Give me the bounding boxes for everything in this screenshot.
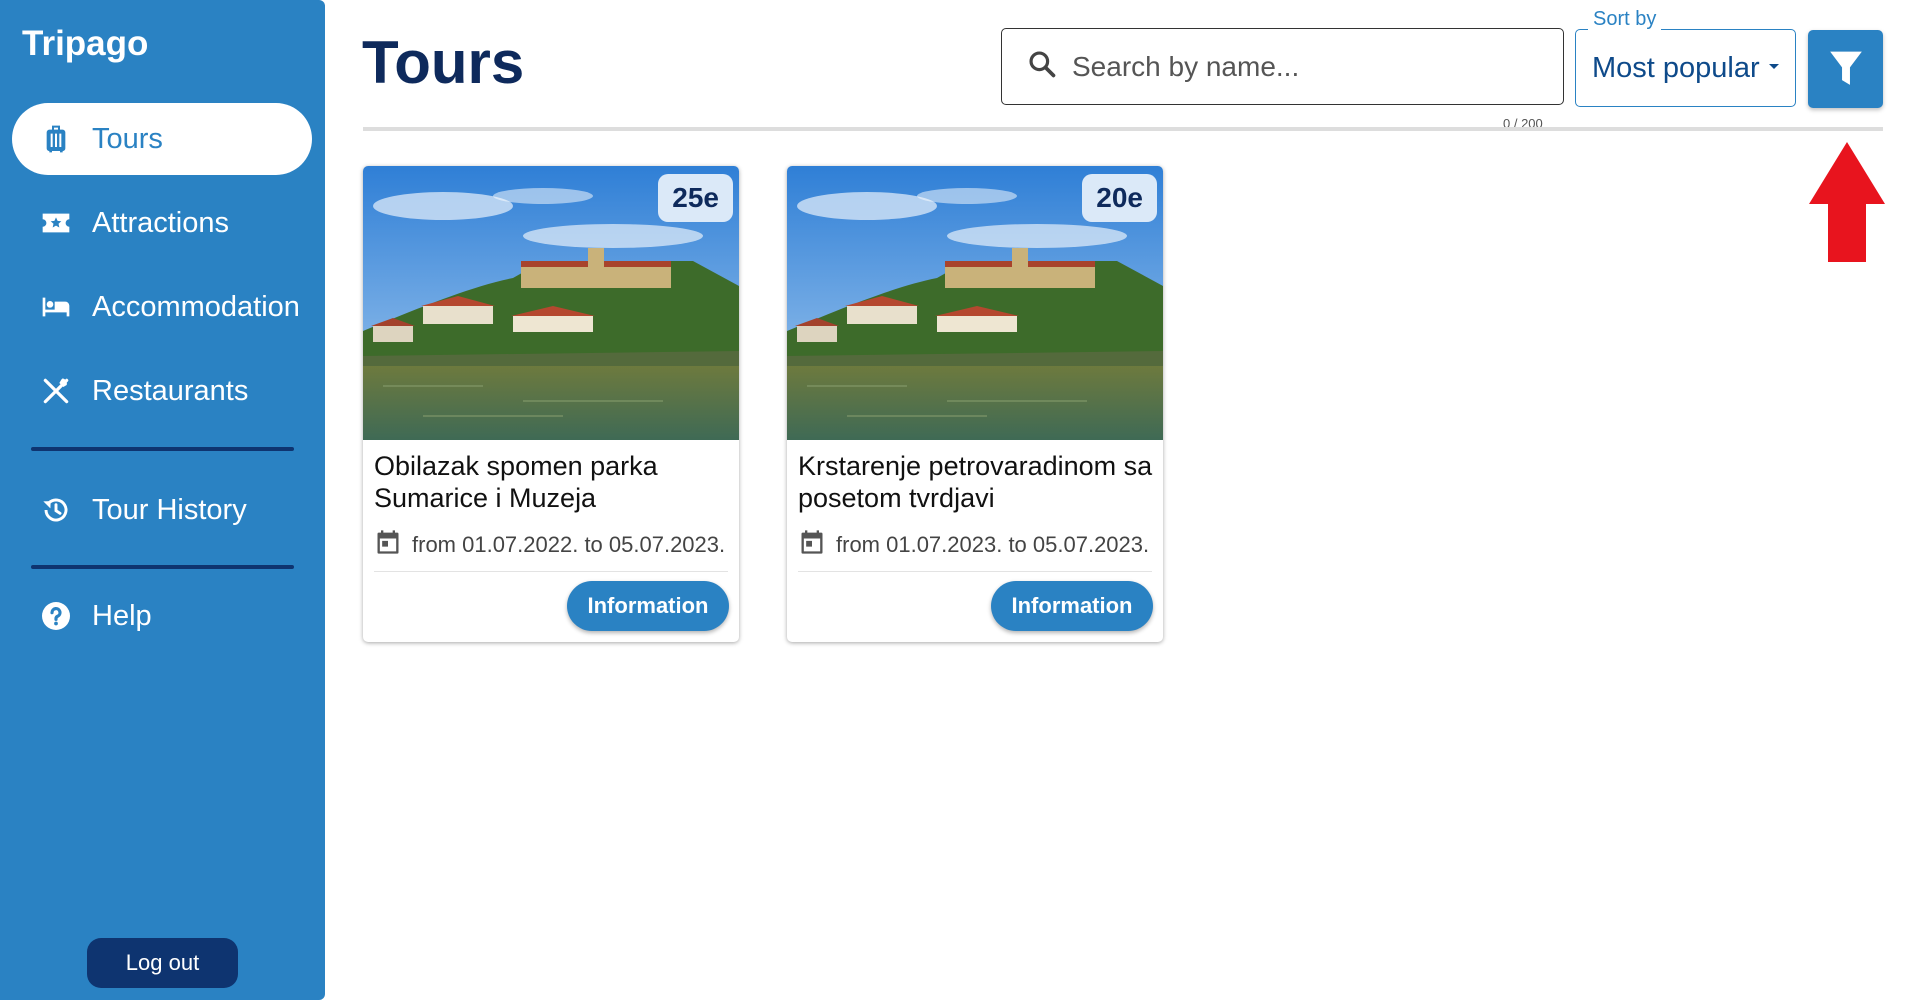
bed-icon — [40, 291, 72, 323]
sidebar-item-label: Restaurants — [92, 374, 249, 407]
sidebar-item-tours[interactable]: Tours — [12, 103, 312, 175]
ticket-star-icon — [40, 207, 72, 239]
tour-dates-text: from 01.07.2023. to 05.07.2023. — [836, 532, 1150, 557]
search-field[interactable] — [1001, 28, 1564, 105]
sidebar-divider — [31, 447, 294, 451]
sidebar-item-accommodation[interactable]: Accommodation — [12, 271, 312, 343]
sidebar-item-help[interactable]: Help — [12, 580, 312, 652]
sidebar-item-label: Tours — [92, 122, 163, 155]
sidebar-item-label: Tour History — [92, 493, 247, 526]
header-divider — [363, 127, 1883, 131]
filter-button[interactable] — [1808, 30, 1883, 108]
tour-dates: from 01.07.2023. to 05.07.2023. — [798, 528, 1149, 562]
tour-dates: from 01.07.2022. to 05.07.2023. — [374, 528, 725, 562]
app-root: Tripago Tours Attractions Accommodation … — [0, 0, 1919, 1001]
price-badge: 25e — [658, 174, 733, 222]
help-circle-icon — [40, 600, 72, 632]
sort-label: Sort by — [1588, 8, 1662, 31]
sidebar-item-attractions[interactable]: Attractions — [12, 187, 312, 259]
tour-dates-text: from 01.07.2022. to 05.07.2023. — [412, 532, 726, 557]
chevron-down-icon — [1769, 64, 1779, 69]
suitcase-icon — [40, 123, 72, 155]
sort-select[interactable]: Most popular — [1575, 29, 1796, 107]
history-icon — [40, 494, 72, 526]
page-title: Tours — [362, 29, 525, 96]
tour-card: 20e Krstarenje petrovaradinom sa posetom… — [787, 166, 1163, 642]
tour-title: Obilazak spomen parka Sumarice i Muzeja — [374, 451, 658, 513]
sidebar-item-label: Attractions — [92, 206, 229, 239]
tour-card: 25e Obilazak spomen parka Sumarice i Muz… — [363, 166, 739, 642]
calendar-icon — [374, 528, 412, 562]
information-button[interactable]: Information — [567, 581, 729, 631]
search-icon — [1026, 48, 1058, 85]
sort-selected-value: Most popular — [1592, 51, 1760, 84]
cutlery-icon — [40, 375, 72, 407]
sidebar-item-restaurants[interactable]: Restaurants — [12, 355, 312, 427]
filter-icon — [1829, 51, 1862, 85]
information-button[interactable]: Information — [991, 581, 1153, 631]
card-divider — [374, 571, 728, 572]
calendar-icon — [798, 528, 836, 562]
annotation-arrow-icon — [1809, 142, 1885, 262]
sidebar-item-tour-history[interactable]: Tour History — [12, 474, 312, 546]
app-logo: Tripago — [22, 24, 149, 63]
price-badge: 20e — [1082, 174, 1157, 222]
sidebar-item-label: Accommodation — [92, 290, 300, 323]
sidebar: Tripago Tours Attractions Accommodation … — [0, 0, 325, 1000]
sidebar-divider — [31, 565, 294, 569]
logout-button[interactable]: Log out — [87, 938, 238, 988]
search-input[interactable] — [1072, 50, 1542, 83]
tour-title: Krstarenje petrovaradinom sa posetom tvr… — [798, 451, 1153, 513]
card-divider — [798, 571, 1152, 572]
sidebar-item-label: Help — [92, 599, 152, 632]
